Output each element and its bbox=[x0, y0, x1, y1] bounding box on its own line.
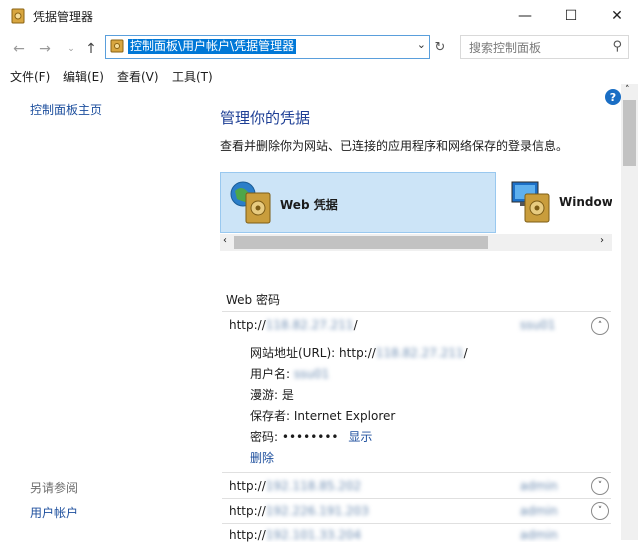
search-icon[interactable]: ⚲ bbox=[612, 39, 622, 54]
recent-locations-chevron-icon[interactable]: ⌄ bbox=[62, 40, 80, 58]
password-dots: •••••••• bbox=[281, 430, 339, 444]
expanded-entry-url[interactable]: http://118.82.27.211/ bbox=[229, 318, 358, 332]
divider bbox=[222, 498, 611, 499]
detail-url: 网站地址(URL): http://118.82.27.211/ bbox=[250, 344, 468, 361]
credential-manager-app-icon bbox=[10, 8, 26, 24]
scroll-up-icon[interactable]: ˄ bbox=[625, 85, 630, 95]
vertical-scroll-thumb[interactable] bbox=[623, 100, 636, 166]
url-host-blurred: 192.226.191.203 bbox=[265, 504, 369, 518]
url-prefix: http:// bbox=[229, 504, 266, 518]
web-credentials-icon bbox=[229, 179, 273, 228]
entry-username-blurred: admin bbox=[520, 504, 558, 518]
divider bbox=[222, 523, 611, 524]
password-label: 密码: bbox=[250, 430, 279, 444]
web-passwords-heading: Web 密码 bbox=[226, 293, 280, 307]
credential-entry[interactable]: http://192.118.85.202 bbox=[229, 479, 361, 493]
back-arrow-icon[interactable]: ← bbox=[10, 40, 28, 58]
roaming-value: 是 bbox=[281, 388, 294, 402]
help-icon[interactable]: ? bbox=[605, 89, 621, 105]
windows-credentials-icon[interactable] bbox=[508, 178, 552, 227]
address-bar[interactable]: 控制面板\用户帐户\凭据管理器 ⌄ bbox=[105, 35, 430, 59]
maximize-button[interactable]: ☐ bbox=[548, 0, 594, 32]
url-label: 网站地址(URL): bbox=[250, 346, 336, 360]
scroll-right-icon[interactable]: › bbox=[600, 235, 604, 246]
credential-entry[interactable]: http://192.226.191.203 bbox=[229, 504, 369, 518]
address-path[interactable]: 控制面板\用户帐户\凭据管理器 bbox=[128, 39, 297, 54]
url-suffix: / bbox=[353, 318, 358, 332]
entry-username-blurred: admin bbox=[520, 479, 558, 493]
web-credentials-label: Web 凭据 bbox=[280, 198, 338, 212]
vertical-scrollbar[interactable]: ˄ bbox=[621, 84, 638, 540]
expand-chevron-down-icon[interactable]: ˅ bbox=[591, 477, 609, 495]
up-arrow-icon[interactable]: ↑ bbox=[82, 40, 100, 58]
tab-web-credentials[interactable]: Web 凭据 bbox=[220, 172, 496, 233]
url-value-blurred: 118.82.27.211 bbox=[375, 346, 464, 360]
detail-roaming: 漫游: 是 bbox=[250, 386, 294, 403]
username-value-blurred: ssu01 bbox=[293, 367, 330, 381]
menu-view[interactable]: 查看(V) bbox=[117, 68, 159, 85]
credential-type-tabs: Web 凭据 Windows bbox=[220, 170, 612, 234]
close-button[interactable]: ✕ bbox=[594, 0, 640, 32]
horizontal-scrollbar[interactable]: ‹ › bbox=[220, 234, 612, 251]
username-label: 用户名: bbox=[250, 367, 291, 381]
scroll-left-icon[interactable]: ‹ bbox=[223, 235, 227, 246]
minimize-button[interactable]: — bbox=[502, 0, 548, 32]
address-dropdown-chevron-icon[interactable]: ⌄ bbox=[417, 38, 426, 51]
divider bbox=[222, 311, 611, 312]
page-description: 查看并删除你为网站、已连接的应用程序和网络保存的登录信息。 bbox=[220, 139, 569, 153]
roaming-label: 漫游: bbox=[250, 388, 279, 402]
user-accounts-link[interactable]: 用户帐户 bbox=[30, 504, 78, 521]
collapse-chevron-up-icon[interactable]: ˄ bbox=[591, 317, 609, 335]
menu-edit[interactable]: 编辑(E) bbox=[63, 68, 104, 85]
url-prefix: http:// bbox=[229, 318, 266, 332]
refresh-icon[interactable]: ↻ bbox=[430, 35, 450, 59]
tab-windows-credentials[interactable]: Windows bbox=[559, 195, 612, 209]
forward-arrow-icon[interactable]: → bbox=[36, 40, 54, 58]
control-panel-home-link[interactable]: 控制面板主页 bbox=[30, 101, 102, 118]
entry-username-blurred: ssu01 bbox=[520, 318, 556, 332]
see-also-heading: 另请参阅 bbox=[30, 481, 79, 495]
delete-credential-link[interactable]: 删除 bbox=[250, 449, 274, 466]
detail-password: 密码: •••••••• 显示 bbox=[250, 428, 372, 445]
page-heading: 管理你的凭据 bbox=[220, 109, 311, 127]
window-title: 凭据管理器 bbox=[33, 10, 94, 24]
url-host-blurred: 118.82.27.211 bbox=[265, 318, 354, 332]
url-prefix: http:// bbox=[229, 479, 266, 493]
show-password-link[interactable]: 显示 bbox=[348, 430, 372, 444]
title-bar: 凭据管理器 — ☐ ✕ bbox=[0, 0, 640, 32]
saved-by-value: Internet Explorer bbox=[293, 409, 396, 423]
menu-tools[interactable]: 工具(T) bbox=[172, 68, 213, 85]
detail-saved-by: 保存者: Internet Explorer bbox=[250, 407, 395, 424]
detail-username: 用户名: ssu01 bbox=[250, 365, 329, 382]
url-value-prefix: http:// bbox=[339, 346, 376, 360]
url-value-suffix: / bbox=[463, 346, 468, 360]
menu-file[interactable]: 文件(F) bbox=[10, 68, 50, 85]
saved-by-label: 保存者: bbox=[250, 409, 291, 423]
control-panel-icon bbox=[110, 39, 124, 53]
horizontal-scroll-thumb[interactable] bbox=[234, 236, 488, 249]
url-host-blurred: 192.118.85.202 bbox=[265, 479, 362, 493]
expand-chevron-down-icon[interactable]: ˅ bbox=[591, 502, 609, 520]
divider bbox=[222, 472, 611, 473]
search-placeholder: 搜索控制面板 bbox=[469, 41, 542, 55]
search-box[interactable]: 搜索控制面板 ⚲ bbox=[460, 35, 629, 59]
